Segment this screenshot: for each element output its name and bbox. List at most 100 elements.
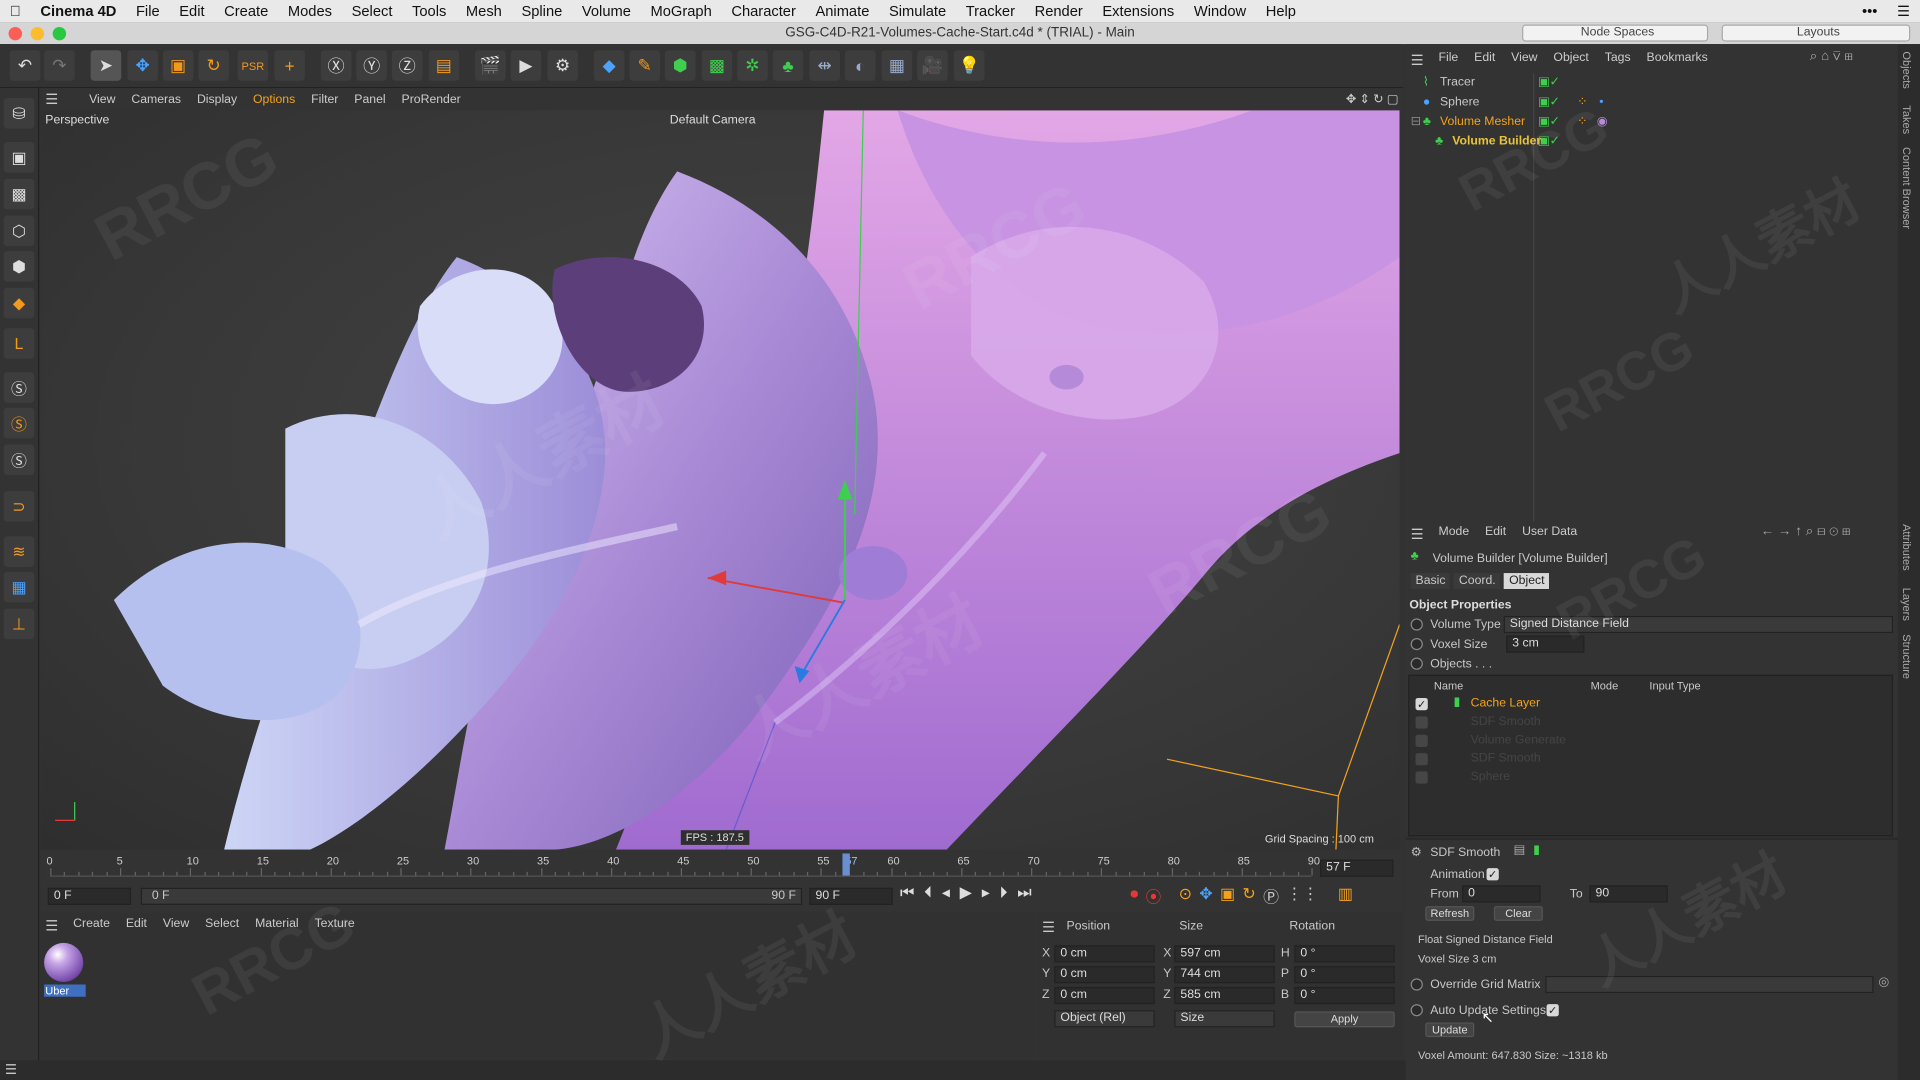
timeline-window-icon[interactable]: ▥ (1338, 884, 1353, 907)
om-menu-item[interactable]: View (1511, 51, 1537, 68)
visibility-toggles[interactable]: ▣✓ (1538, 93, 1560, 113)
snap-settings-icon[interactable]: Ⓢ (3, 407, 35, 439)
refresh-button[interactable]: Refresh (1425, 906, 1475, 921)
extrude-icon[interactable]: ▩ (701, 50, 733, 81)
volume-type-select[interactable]: Signed Distance Field (1503, 615, 1894, 634)
override-select[interactable] (1545, 975, 1874, 994)
splitter[interactable] (1405, 837, 1898, 841)
tag-icon[interactable]: ⁘ (1577, 93, 1587, 113)
material-tag-icon[interactable]: ◉ (1597, 113, 1608, 133)
rot-p-field[interactable]: 0 ° (1294, 966, 1395, 984)
locked-workplane-icon[interactable]: ⊥ (3, 608, 35, 640)
menu-item[interactable]: Extensions (1093, 2, 1184, 19)
menu-item[interactable]: Tracker (956, 2, 1025, 19)
keyframe-selection-icon[interactable]: ⊙ (1179, 884, 1192, 907)
animation-checkbox[interactable]: ✓ (1486, 868, 1499, 881)
minimize-window-button[interactable] (30, 26, 45, 41)
object-row-tracer[interactable]: ⌇ Tracer ▣✓ (1406, 73, 1896, 93)
mat-menu-item[interactable]: Texture (315, 917, 355, 934)
axis-mode-icon[interactable]: L (3, 328, 35, 359)
go-start-icon[interactable]: ⏮ (900, 883, 914, 903)
key-rotation-icon[interactable]: ↻ (1242, 884, 1255, 907)
menu-app[interactable]: Cinema 4D (31, 2, 127, 19)
tab-basic[interactable]: Basic (1410, 573, 1451, 589)
node-spaces-select[interactable]: Node Spaces (1522, 24, 1709, 42)
vp-menu-item[interactable]: View (89, 92, 115, 105)
size-y-field[interactable]: 744 cm (1174, 966, 1275, 984)
move-tool-icon[interactable]: ✥ (127, 50, 158, 81)
next-key-icon[interactable]: ⏵ (1000, 883, 1008, 903)
x-axis-icon[interactable]: Ⓧ (320, 50, 352, 81)
layer-checkbox[interactable] (1415, 716, 1428, 729)
update-button[interactable]: Update (1425, 1022, 1475, 1038)
y-axis-icon[interactable]: Ⓨ (356, 50, 387, 81)
cube-icon[interactable]: ◆ (593, 50, 625, 81)
edges-mode-icon[interactable]: ⬢ (3, 251, 35, 282)
anim-dot[interactable] (1410, 1004, 1423, 1017)
vp-menu-item[interactable]: Options (253, 92, 295, 105)
polygons-mode-icon[interactable]: ◆ (3, 287, 35, 319)
hamburger-icon[interactable]: ☰ (1411, 51, 1424, 68)
model-mode-icon[interactable]: ▣ (3, 142, 35, 173)
rot-h-field[interactable]: 0 ° (1294, 945, 1395, 963)
menu-item[interactable]: Select (342, 2, 402, 19)
menu-item[interactable]: MoGraph (641, 2, 722, 19)
visibility-toggles[interactable]: ▣✓ (1538, 73, 1560, 93)
playhead[interactable] (842, 853, 850, 876)
menu-item[interactable]: Mesh (456, 2, 512, 19)
texture-mode-icon[interactable]: ▩ (3, 178, 35, 210)
object-row-volume-builder[interactable]: ♣ Volume Builder ▣✓ (1406, 132, 1896, 152)
undo-icon[interactable]: ↶ (9, 50, 41, 81)
mat-menu-item[interactable]: Create (73, 917, 110, 934)
magnet-icon[interactable]: ⊃ (3, 491, 35, 522)
menu-item[interactable]: Animate (806, 2, 880, 19)
redo-icon[interactable]: ↷ (44, 50, 75, 81)
add-tool-icon[interactable]: + (274, 50, 305, 81)
attr-menu-item[interactable]: Edit (1485, 525, 1506, 542)
vp-menu-item[interactable]: ProRender (402, 92, 461, 105)
tab-attributes[interactable]: Attributes (1900, 524, 1912, 571)
menu-item[interactable]: Volume (572, 2, 641, 19)
visibility-toggles[interactable]: ▣✓ (1538, 113, 1560, 133)
layer-checkbox[interactable] (1415, 753, 1428, 766)
hamburger-icon[interactable]: ☰ (1042, 918, 1055, 935)
object-row-sphere[interactable]: ● Sphere ▣✓ ⁘ • (1406, 93, 1896, 113)
anim-dot[interactable] (1410, 657, 1423, 670)
coord-mode-select[interactable]: Object (Rel) (1054, 1010, 1155, 1028)
select-tool-icon[interactable]: ➤ (90, 50, 122, 81)
mat-menu-item[interactable]: View (163, 917, 189, 934)
anim-dot[interactable] (1410, 618, 1423, 631)
frame-range-slider[interactable]: 0 F 90 F (140, 887, 803, 905)
menu-item[interactable]: Help (1256, 2, 1306, 19)
timeline-ruler[interactable]: 0 5 10 15 20 25 30 35 40 45 50 55 57 60 65 70 75 80 85 90 (47, 855, 1320, 877)
folder-icon[interactable]: ▤ (1513, 844, 1525, 857)
phong-tag-icon[interactable]: • (1599, 93, 1603, 113)
volume-builder-icon[interactable]: ♣ (772, 50, 804, 81)
zoom-window-button[interactable] (52, 26, 67, 41)
viewport-nav-icon[interactable]: ✥ ⇕ ↻ ▢ (1346, 92, 1399, 105)
points-mode-icon[interactable]: ⬡ (3, 215, 35, 247)
tab-content-browser[interactable]: Content Browser (1900, 147, 1912, 229)
material-swatch[interactable]: Uber (44, 942, 86, 999)
autokey-icon[interactable]: ⦿ (1146, 884, 1162, 907)
start-frame-field[interactable]: 0 F (47, 887, 132, 905)
object-row-volume-mesher[interactable]: ⊟ ♣ Volume Mesher ▣✓ ⁘ ◉ (1406, 113, 1896, 133)
layer-checkbox[interactable]: ✓ (1415, 697, 1428, 711)
key-param-icon[interactable]: Ⓟ (1263, 884, 1279, 907)
size-z-field[interactable]: 585 cm (1174, 986, 1275, 1005)
menu-item[interactable]: Render (1025, 2, 1093, 19)
rotate-tool-icon[interactable]: ↻ (198, 50, 229, 81)
camera-icon[interactable]: 🎥 (917, 50, 948, 81)
make-editable-icon[interactable]: ⛁ (3, 97, 35, 129)
menu-item[interactable]: Character (722, 2, 806, 19)
go-end-icon[interactable]: ⏭ (1017, 883, 1031, 903)
key-pla-icon[interactable]: ⋮⋮ (1286, 884, 1318, 907)
tab-structure[interactable]: Structure (1900, 634, 1912, 679)
clear-button[interactable]: Clear (1493, 906, 1543, 921)
current-frame-field[interactable]: 57 F (1320, 859, 1394, 877)
layer-name[interactable]: SDF Smooth (1471, 752, 1541, 765)
voxel-size-field[interactable]: 3 cm (1506, 635, 1585, 653)
layouts-select[interactable]: Layouts (1721, 24, 1911, 42)
next-frame-icon[interactable]: ▸ (982, 883, 990, 903)
objects-list[interactable]: Name Mode Input Type ✓ ▮ Cache Layer SDF… (1408, 674, 1894, 837)
